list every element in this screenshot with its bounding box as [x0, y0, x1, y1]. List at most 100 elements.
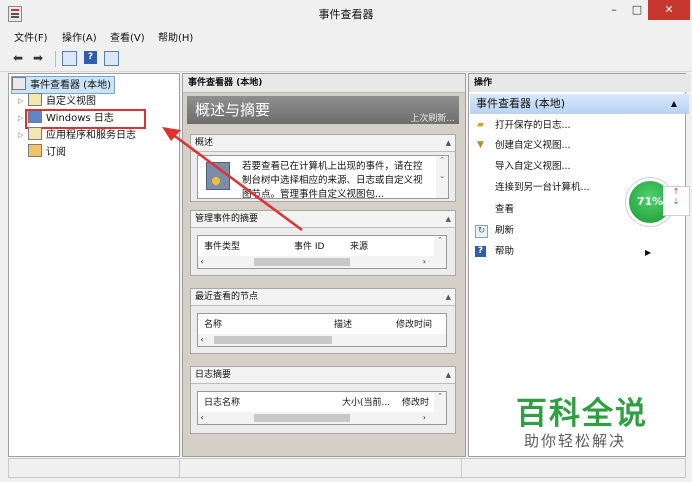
subscription-icon	[28, 144, 42, 157]
show-hide-tree-icon[interactable]	[62, 51, 77, 66]
collapse-icon[interactable]: ▲	[671, 94, 677, 114]
summary-pane: 事件查看器 (本地) 概述与摘要 上次刷新... 概述 ▲ 若要查看已在计算机上出…	[182, 73, 466, 457]
action-label: 查看	[495, 204, 515, 215]
section-log-summary: 日志摘要 ▲ 日志名称 大小(当前... 修改时 ‹ › ⌃	[190, 366, 456, 434]
scroll-thumb[interactable]	[254, 414, 350, 422]
collapse-icon[interactable]: ▲	[442, 211, 451, 227]
folder-icon	[28, 93, 42, 106]
overview-banner: 概述与摘要 上次刷新...	[187, 96, 459, 124]
action-label: 打开保存的日志...	[495, 120, 571, 131]
menu-bar: 文件(F) 操作(A) 查看(V) 帮助(H)	[0, 26, 692, 44]
section-overview: 概述 ▲ 若要查看已在计算机上出现的事件，请在控制台树中选择相应的来源、日志或自定…	[190, 134, 456, 202]
horizontal-scrollbar[interactable]: ‹	[198, 334, 446, 346]
action-view[interactable]: 查看	[495, 202, 514, 218]
title-bar: 事件查看器 – □ ✕	[0, 0, 692, 26]
expand-triangle-icon[interactable]: ▷	[18, 93, 23, 109]
actions-header: 操作	[469, 74, 690, 92]
toolbar: ⬅ ➡ ?	[0, 45, 692, 72]
collapse-icon[interactable]: ▲	[442, 289, 451, 305]
overview-body: 若要查看已在计算机上出现的事件，请在控制台树中选择相应的来源、日志或自定义视图节…	[197, 155, 449, 200]
actions-group-header[interactable]: 事件查看器 (本地) ▲	[470, 94, 689, 114]
horizontal-scrollbar[interactable]: ‹ ›	[198, 412, 446, 424]
filter-icon: ▼	[477, 140, 484, 150]
section-title: 管理事件的摘要	[195, 214, 259, 224]
watermark-subtitle: 助你轻松解决	[524, 432, 627, 450]
tree-item-windows-logs[interactable]: ▷ Windows 日志	[18, 109, 146, 129]
column-header[interactable]: 事件类型	[204, 239, 240, 252]
expand-triangle-icon[interactable]: ▷	[18, 110, 23, 126]
vertical-scrollbar[interactable]: ⌃	[434, 236, 446, 256]
tree-item-app-service-logs[interactable]: ▷ 应用程序和服务日志	[18, 127, 136, 143]
section-title: 最近查看的节点	[195, 292, 259, 302]
status-divider	[461, 459, 462, 477]
horizontal-scrollbar[interactable]: ‹ ›	[198, 256, 446, 268]
status-bar	[8, 458, 686, 478]
minimize-button[interactable]: –	[603, 0, 625, 20]
column-header[interactable]: 描述	[334, 317, 352, 330]
help-icon[interactable]: ?	[84, 51, 97, 64]
status-divider	[179, 459, 180, 477]
column-header[interactable]: 大小(当前...	[342, 395, 390, 408]
section-title: 概述	[195, 138, 214, 148]
collapse-icon[interactable]: ▲	[442, 135, 451, 151]
tree-item-label: 自定义视图	[46, 96, 96, 107]
tree-item-custom-views[interactable]: ▷ 自定义视图	[18, 93, 96, 109]
console-tree: 事件查看器 (本地) ▷ 自定义视图 ▷ Windows 日志 ▷ 应用程序和服…	[8, 73, 180, 457]
tree-root[interactable]: 事件查看器 (本地)	[11, 76, 115, 94]
open-folder-icon: ▰	[477, 120, 484, 130]
menu-file[interactable]: 文件(F)	[14, 29, 48, 44]
menu-action[interactable]: 操作(A)	[62, 29, 97, 44]
column-header[interactable]: 来源	[350, 239, 368, 252]
column-header[interactable]: 名称	[204, 317, 222, 330]
event-viewer-icon	[12, 77, 26, 90]
window-title: 事件查看器	[318, 8, 374, 21]
action-create-custom-view[interactable]: ▼ 创建自定义视图...	[477, 138, 571, 154]
column-header[interactable]: 日志名称	[204, 395, 240, 408]
section-title: 日志摘要	[195, 370, 232, 380]
scroll-thumb[interactable]	[214, 336, 332, 344]
maximize-button[interactable]: □	[626, 0, 648, 20]
folder-icon	[28, 127, 42, 140]
section-header[interactable]: 概述 ▲	[191, 135, 455, 152]
recent-nodes-table: 名称 描述 修改时间 ‹	[197, 313, 447, 347]
back-arrow-icon[interactable]: ⬅	[10, 50, 26, 66]
forward-arrow-icon[interactable]: ➡	[30, 50, 46, 66]
section-header[interactable]: 最近查看的节点 ▲	[191, 289, 455, 306]
red-highlight-box	[25, 109, 146, 129]
summary-pane-header: 事件查看器 (本地)	[183, 74, 465, 93]
menu-view[interactable]: 查看(V)	[110, 29, 145, 44]
overview-title: 概述与摘要	[195, 101, 271, 119]
refresh-icon: ↻	[475, 225, 488, 238]
column-header[interactable]: 修改时	[402, 395, 429, 408]
collapse-icon[interactable]: ▲	[442, 367, 451, 383]
expand-triangle-icon[interactable]: ▷	[18, 127, 23, 143]
column-header[interactable]: 事件 ID	[294, 239, 324, 252]
action-refresh[interactable]: ↻ 刷新	[475, 223, 514, 239]
section-header[interactable]: 管理事件的摘要 ▲	[191, 211, 455, 228]
log-summary-table: 日志名称 大小(当前... 修改时 ‹ › ⌃	[197, 391, 447, 425]
last-refresh-label: 上次刷新...	[410, 114, 455, 124]
vertical-scrollbar[interactable]: ⌃	[434, 392, 446, 412]
section-admin-events: 管理事件的摘要 ▲ 事件类型 事件 ID 来源 ‹ › ⌃	[190, 210, 456, 276]
vertical-scrollbar[interactable]: ⌃ ⌄	[436, 156, 448, 198]
overview-description: 若要查看已在计算机上出现的事件，请在控制台树中选择相应的来源、日志或自定义视图节…	[242, 161, 423, 200]
actions-group-label: 事件查看器 (本地)	[476, 97, 566, 110]
submenu-arrow-icon: ▶	[645, 248, 652, 257]
show-hide-action-pane-icon[interactable]	[104, 51, 119, 66]
watermark-title: 百科全说	[516, 396, 648, 432]
menu-help[interactable]: 帮助(H)	[158, 29, 193, 44]
action-connect-computer[interactable]: 连接到另一台计算机...	[495, 180, 590, 196]
tree-root-label: 事件查看器 (本地)	[30, 80, 111, 91]
download-arrow-icon: ↓	[672, 197, 680, 206]
tree-item-subscriptions[interactable]: 订阅	[28, 144, 66, 160]
action-label: 导入自定义视图...	[495, 161, 571, 172]
action-label: 连接到另一台计算机...	[495, 182, 590, 193]
action-help[interactable]: ? 帮助	[475, 244, 514, 260]
action-open-saved-log[interactable]: ▰ 打开保存的日志...	[477, 118, 571, 134]
close-button[interactable]: ✕	[648, 0, 690, 20]
event-log-icon	[206, 162, 230, 190]
action-import-custom-view[interactable]: 导入自定义视图...	[495, 159, 571, 175]
scroll-thumb[interactable]	[254, 258, 350, 266]
section-header[interactable]: 日志摘要 ▲	[191, 367, 455, 384]
column-header[interactable]: 修改时间	[396, 317, 432, 330]
